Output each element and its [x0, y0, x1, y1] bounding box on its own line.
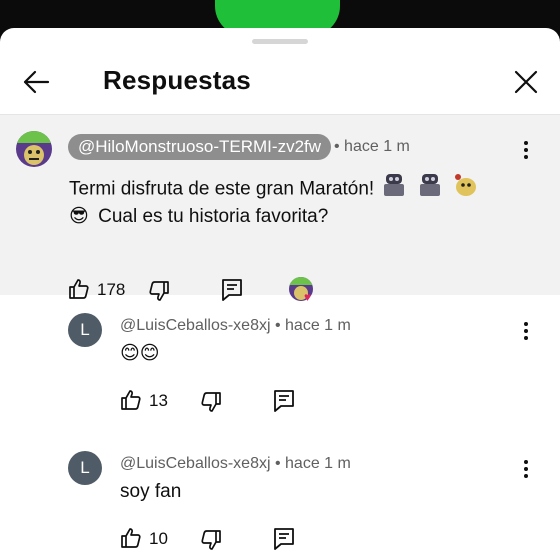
comment-icon: [274, 528, 294, 550]
like-button[interactable]: [118, 525, 144, 551]
page-title: Respuestas: [103, 65, 251, 95]
like-count: 13: [149, 391, 168, 410]
sunglasses-emoji: 😎: [69, 206, 89, 227]
parent-comment: @HiloMonstruoso-TERMI-zv2fw • hace 1 m T…: [0, 115, 560, 303]
comment-time: • hace 1 m: [334, 138, 410, 155]
arrow-left-icon: [23, 70, 50, 94]
thumb-up-icon: [121, 528, 141, 548]
monster-avatar-icon: [16, 131, 52, 167]
more-options-button[interactable]: [516, 138, 536, 162]
robot-sticker-icon: [415, 171, 445, 208]
reply-author-time: @LuisCeballos-xe8xj • hace 1 m: [120, 455, 351, 473]
reply-author[interactable]: @LuisCeballos-xe8xj: [120, 455, 271, 472]
panel-header: Respuestas: [0, 52, 560, 115]
more-options-button[interactable]: [516, 319, 536, 343]
reply-text: soy fan: [120, 481, 182, 502]
monster-sticker-icon: [450, 171, 480, 208]
comment-line-2: 😎 Cual es tu historia favorita?: [69, 206, 329, 227]
dislike-button[interactable]: [146, 278, 172, 304]
dislike-button[interactable]: [198, 527, 224, 553]
comment-author[interactable]: @HiloMonstruoso-TERMI-zv2fw: [68, 134, 332, 160]
avatar[interactable]: L: [68, 451, 102, 485]
back-button[interactable]: [18, 64, 54, 100]
drag-handle[interactable]: [252, 39, 308, 44]
reply-button[interactable]: [271, 388, 297, 414]
more-vert-icon: [524, 322, 528, 326]
reply-author-time: @LuisCeballos-xe8xj • hace 1 m: [120, 317, 351, 335]
like-button[interactable]: [118, 387, 144, 413]
replies-panel: Respuestas @HiloMonstruoso-TERMI-zv2fw •…: [0, 28, 560, 560]
reply-author[interactable]: @LuisCeballos-xe8xj: [120, 317, 271, 334]
comment-icon: [274, 390, 294, 412]
thumb-down-icon: [201, 530, 221, 550]
reply-text: 😊😊: [120, 343, 160, 364]
thumb-up-icon: [69, 279, 89, 299]
reply-button[interactable]: [271, 526, 297, 552]
heart-icon: ♥: [304, 290, 312, 304]
reply-time: • hace 1 m: [274, 455, 351, 472]
thumb-up-icon: [121, 390, 141, 410]
avatar[interactable]: [16, 131, 52, 167]
avatar[interactable]: L: [68, 313, 102, 347]
reply-time: • hace 1 m: [274, 317, 351, 334]
more-vert-icon: [524, 460, 528, 464]
reply-button[interactable]: [219, 277, 245, 303]
thumb-down-icon: [201, 392, 221, 412]
more-options-button[interactable]: [516, 457, 536, 481]
like-button[interactable]: [66, 276, 92, 302]
like-count: 178: [97, 280, 126, 299]
dislike-button[interactable]: [198, 389, 224, 415]
comment-icon: [222, 279, 242, 301]
more-vert-icon: [524, 141, 528, 145]
close-button[interactable]: [508, 64, 544, 100]
like-count: 10: [149, 529, 168, 548]
close-icon: [514, 70, 538, 94]
robot-sticker-icon: [379, 171, 409, 208]
thumb-down-icon: [149, 281, 169, 301]
